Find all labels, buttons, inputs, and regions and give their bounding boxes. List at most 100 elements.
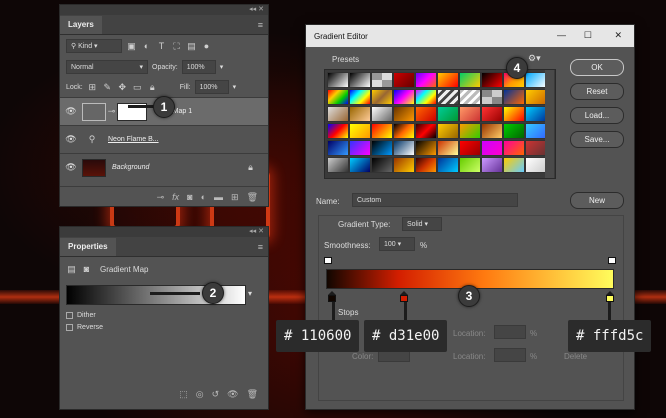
preset-swatch[interactable] (393, 106, 415, 122)
chevron-down-icon[interactable]: ▾ (233, 83, 237, 91)
preset-swatch[interactable] (415, 157, 437, 173)
type-filter-icon[interactable]: T (156, 41, 167, 51)
reset-icon[interactable]: ↺ (212, 389, 220, 400)
minimize-icon[interactable]: — (557, 30, 566, 40)
opacity-input[interactable]: 100% (181, 60, 216, 74)
preset-swatch[interactable] (349, 106, 371, 122)
preset-swatch[interactable] (415, 72, 437, 88)
preset-swatch[interactable] (459, 140, 481, 156)
preset-swatch[interactable] (525, 123, 547, 139)
link-layers-icon[interactable]: ⊸ (157, 192, 165, 203)
preset-swatch[interactable] (525, 72, 547, 88)
preset-swatch[interactable] (393, 72, 415, 88)
opacity-stop-left[interactable] (324, 257, 332, 268)
delete-button[interactable]: Delete (564, 352, 587, 361)
preset-swatch[interactable] (349, 140, 371, 156)
smart-object-filter-icon[interactable]: ▤ (186, 41, 197, 52)
preset-swatch[interactable] (393, 140, 415, 156)
preset-swatch[interactable] (503, 140, 525, 156)
gear-icon[interactable]: ⚙▾ (528, 53, 541, 64)
maximize-icon[interactable]: ☐ (584, 30, 592, 41)
preset-swatch[interactable] (393, 123, 415, 139)
preset-swatch[interactable] (349, 123, 371, 139)
preset-swatch[interactable] (327, 72, 349, 88)
preset-swatch[interactable] (415, 123, 437, 139)
dither-checkbox[interactable] (66, 311, 73, 319)
opacity-location-input[interactable] (494, 325, 526, 339)
preset-swatch[interactable] (437, 123, 459, 139)
preset-swatch[interactable] (503, 123, 525, 139)
reset-button[interactable]: Reset (570, 83, 624, 100)
preset-swatch[interactable] (525, 89, 547, 105)
blend-mode-select[interactable]: Normal ▾ (66, 60, 148, 74)
layer-row-neon-flame[interactable]: 👁︎ ⚲ Neon Flame B... (60, 125, 268, 153)
preset-swatch[interactable] (415, 106, 437, 122)
preset-swatch[interactable] (525, 157, 547, 173)
preset-swatch[interactable] (393, 89, 415, 105)
clip-to-layer-icon[interactable]: ⬚ (179, 389, 188, 400)
close-icon[interactable]: ✕ (614, 30, 622, 41)
preset-swatch[interactable] (503, 106, 525, 122)
name-input[interactable]: Custom (352, 193, 518, 207)
preset-swatch[interactable] (371, 72, 393, 88)
filter-toggle-icon[interactable]: ● (201, 41, 212, 51)
smoothness-input[interactable]: 100 ▾ (379, 237, 415, 251)
preset-swatch[interactable] (349, 72, 371, 88)
preset-swatch[interactable] (459, 157, 481, 173)
lock-all-icon[interactable]: 🔒︎ (147, 82, 158, 93)
color-stop-2[interactable] (400, 291, 408, 302)
tab-layers[interactable]: Layers (60, 16, 102, 34)
color-stop-1[interactable] (328, 291, 336, 302)
preset-swatch[interactable] (415, 89, 437, 105)
collapse-icon[interactable]: ◂◂ ✕ (249, 5, 264, 13)
preset-swatch[interactable] (437, 72, 459, 88)
visibility-eye-icon[interactable]: 👁︎ (60, 162, 82, 173)
preset-swatch[interactable] (525, 106, 547, 122)
new-adjustment-icon[interactable]: ◐ (201, 192, 206, 203)
opacity-stop-right[interactable] (608, 257, 616, 268)
shape-filter-icon[interactable]: ⛶ (171, 41, 182, 52)
layer-row-background[interactable]: 👁︎ Background 🔒︎ (60, 153, 268, 181)
lock-pixels-icon[interactable]: ✎ (102, 82, 113, 93)
preset-swatch[interactable] (371, 123, 393, 139)
preset-swatch[interactable] (481, 157, 503, 173)
lock-transparent-icon[interactable]: ⊞ (87, 82, 98, 93)
preset-swatch[interactable] (371, 140, 393, 156)
preset-swatch[interactable] (327, 123, 349, 139)
preset-swatch[interactable] (437, 89, 459, 105)
visibility-eye-icon[interactable]: 👁︎ (60, 106, 82, 117)
load-button[interactable]: Load... (570, 107, 624, 124)
preset-swatch[interactable] (437, 106, 459, 122)
collapse-icon[interactable]: ◂◂ ✕ (249, 227, 264, 235)
preset-swatch[interactable] (525, 140, 547, 156)
trash-icon[interactable]: 🗑︎ (247, 389, 258, 400)
preset-swatch[interactable] (327, 140, 349, 156)
preset-swatch[interactable] (459, 123, 481, 139)
preset-swatch[interactable] (349, 89, 371, 105)
preset-swatch[interactable] (481, 72, 503, 88)
gradient-type-select[interactable]: Solid ▾ (402, 217, 442, 231)
preset-swatch[interactable] (327, 89, 349, 105)
view-previous-icon[interactable]: ◎ (196, 389, 204, 400)
panel-menu-icon[interactable]: ≡ (258, 20, 263, 30)
preset-swatch[interactable] (481, 140, 503, 156)
add-mask-icon[interactable]: ◙ (187, 192, 192, 203)
chevron-down-icon[interactable]: ▾ (248, 289, 252, 298)
panel-menu-icon[interactable]: ≡ (258, 242, 263, 252)
preset-swatch[interactable] (415, 140, 437, 156)
ok-button[interactable]: OK (570, 59, 624, 76)
lock-position-icon[interactable]: ✥ (117, 82, 128, 93)
preset-swatch[interactable] (481, 123, 503, 139)
preset-swatch[interactable] (393, 157, 415, 173)
fx-icon[interactable]: fx (172, 192, 179, 203)
preset-swatch[interactable] (327, 106, 349, 122)
reverse-checkbox[interactable] (66, 323, 73, 331)
preset-swatch[interactable] (371, 106, 393, 122)
tab-properties[interactable]: Properties (60, 238, 116, 256)
preset-swatch[interactable] (371, 157, 393, 173)
fill-input[interactable]: 100% (194, 80, 229, 94)
new-button[interactable]: New (570, 192, 624, 209)
preset-swatch[interactable] (459, 106, 481, 122)
preset-swatch[interactable] (503, 89, 525, 105)
save-button[interactable]: Save... (570, 131, 624, 148)
